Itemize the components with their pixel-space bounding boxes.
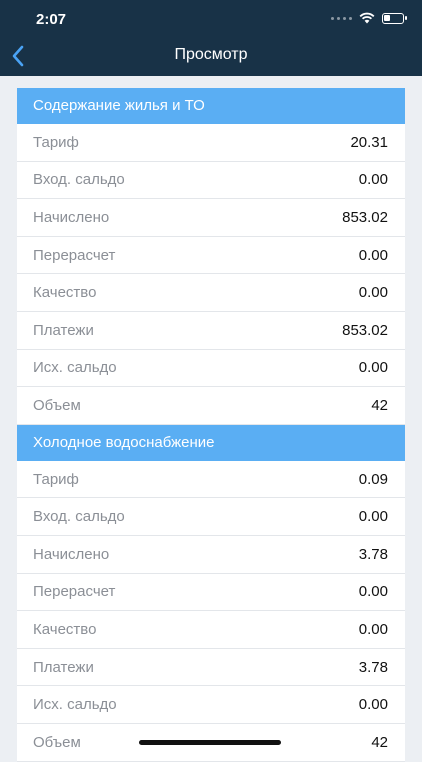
- row-value: 3.78: [358, 658, 388, 676]
- row-value: 42: [371, 733, 388, 751]
- row-value: 0.00: [358, 359, 388, 377]
- row-label: Вход. сальдо: [33, 508, 125, 526]
- list-item: Начислено 853.02: [17, 199, 405, 237]
- row-label: Платежи: [33, 321, 94, 339]
- home-indicator[interactable]: [139, 740, 281, 745]
- details-list: Содержание жилья и ТО Тариф 20.31 Вход. с…: [17, 88, 405, 762]
- row-value: 853.02: [342, 208, 388, 226]
- row-value: 3.78: [358, 545, 388, 563]
- wifi-icon: [359, 12, 375, 24]
- list-item: Платежи 853.02: [17, 311, 405, 350]
- list-item: Объем 42: [17, 387, 405, 425]
- battery-icon: [382, 12, 407, 24]
- row-label: Перерасчет: [33, 246, 116, 264]
- row-label: Объем: [33, 396, 81, 414]
- list-item: Вход. сальдо 0.00: [17, 161, 405, 200]
- list-item: Качество 0.00: [17, 611, 405, 649]
- row-value: 0.00: [358, 696, 388, 714]
- row-label: Исх. сальдо: [33, 359, 117, 377]
- row-value: 0.00: [358, 508, 388, 526]
- list-item: Платежи 3.78: [17, 648, 405, 687]
- list-item: Качество 0.00: [17, 274, 405, 312]
- row-label: Качество: [33, 284, 97, 302]
- row-value: 0.00: [358, 620, 388, 638]
- list-item: Исх. сальдо 0.00: [17, 686, 405, 724]
- app-header: 2:07 Просмотр: [0, 0, 422, 76]
- row-value: 0.00: [358, 583, 388, 601]
- signal-icon: [331, 16, 352, 20]
- list-item: Перерасчет 0.00: [17, 236, 405, 275]
- list-item: Тариф 20.31: [17, 124, 405, 162]
- list-item: Перерасчет 0.00: [17, 573, 405, 612]
- status-bar: 2:07: [0, 0, 422, 40]
- status-icons: [331, 12, 407, 24]
- row-label: Тариф: [33, 470, 79, 488]
- list-item: Исх. сальдо 0.00: [17, 349, 405, 388]
- row-label: Перерасчет: [33, 583, 116, 601]
- row-label: Тариф: [33, 133, 79, 151]
- list-item: Вход. сальдо 0.00: [17, 498, 405, 536]
- list-item: Тариф 0.09: [17, 460, 405, 499]
- row-label: Начислено: [33, 208, 110, 226]
- section-header-cold-water: Холодное водоснабжение: [17, 424, 405, 461]
- row-label: Вход. сальдо: [33, 171, 125, 189]
- row-label: Платежи: [33, 658, 94, 676]
- row-value: 853.02: [342, 321, 388, 339]
- row-value: 0.00: [358, 284, 388, 302]
- row-value: 0.00: [358, 171, 388, 189]
- nav-bar: Просмотр: [0, 38, 422, 76]
- status-time: 2:07: [36, 11, 67, 28]
- row-value: 0.09: [358, 470, 388, 488]
- row-value: 42: [371, 396, 388, 414]
- section-header-housing: Содержание жилья и ТО: [17, 88, 405, 124]
- row-value: 20.31: [350, 133, 388, 151]
- row-label: Качество: [33, 620, 97, 638]
- list-item: Начислено 3.78: [17, 535, 405, 574]
- page-title: Просмотр: [174, 46, 248, 63]
- row-label: Объем: [33, 733, 81, 751]
- row-value: 0.00: [358, 246, 388, 264]
- row-label: Исх. сальдо: [33, 696, 117, 714]
- row-label: Начислено: [33, 545, 110, 563]
